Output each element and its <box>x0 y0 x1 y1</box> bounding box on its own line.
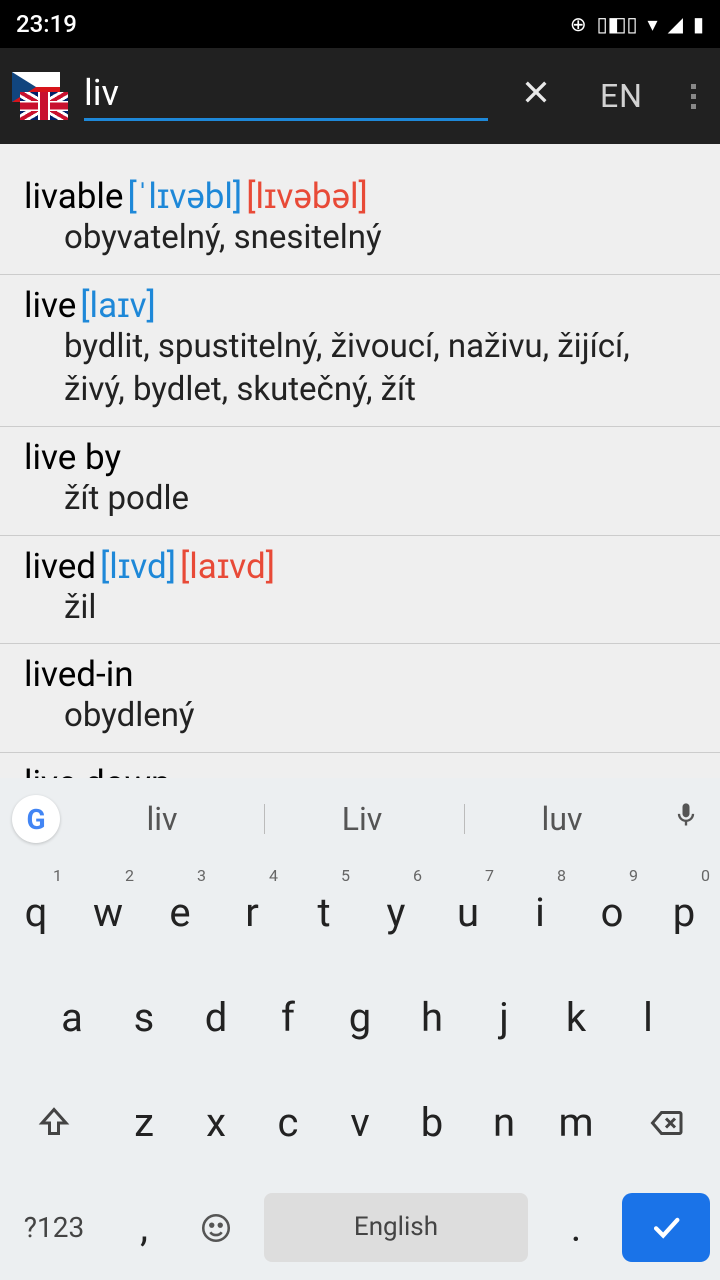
headword: lived-in <box>24 654 134 695</box>
battery-icon: ▮ <box>693 12 704 36</box>
key-q[interactable]: q1 <box>0 860 72 965</box>
symbols-key[interactable]: ?123 <box>0 1175 108 1280</box>
comma-key[interactable]: , <box>108 1175 180 1280</box>
translation: obyvatelný, snesitelný <box>24 217 696 260</box>
smiley-icon <box>199 1211 233 1245</box>
key-d[interactable]: d <box>180 965 252 1070</box>
results-list[interactable]: livable [ˈlɪvəbl] [lɪvəbəl] obyvatelný, … <box>0 144 720 778</box>
list-item[interactable]: livable [ˈlɪvəbl] [lɪvəbəl] obyvatelný, … <box>0 144 720 275</box>
key-j[interactable]: j <box>468 965 540 1070</box>
key-s[interactable]: s <box>108 965 180 1070</box>
key-p[interactable]: p0 <box>648 860 720 965</box>
status-time: 23:19 <box>16 10 77 38</box>
language-flags-icon[interactable] <box>12 68 68 124</box>
key-row: asdfghjkl <box>0 965 720 1070</box>
search-input[interactable] <box>84 72 488 114</box>
microphone-icon <box>672 801 700 829</box>
headword: live <box>24 285 76 326</box>
suggestion[interactable]: liv <box>64 800 260 838</box>
backspace-icon <box>648 1105 684 1141</box>
search-field-wrap <box>84 72 488 121</box>
check-icon <box>649 1210 683 1244</box>
key-x[interactable]: x <box>180 1070 252 1175</box>
backspace-key[interactable] <box>612 1070 720 1175</box>
wifi-icon: ▾ <box>648 12 658 36</box>
ipa-primary: [ˈlɪvəbl] <box>127 176 242 217</box>
list-item[interactable]: lived [lɪvd] [laɪvd] žil <box>0 536 720 645</box>
key-row: zxcvbnm <box>0 1070 720 1175</box>
overflow-menu-button[interactable] <box>675 84 712 109</box>
voice-input-button[interactable] <box>664 801 708 837</box>
app-toolbar: EN <box>0 48 720 144</box>
key-g[interactable]: g <box>324 965 396 1070</box>
enter-key[interactable] <box>612 1175 720 1280</box>
list-item[interactable]: live [laɪv] bydlit, spustitelný, živoucí… <box>0 275 720 427</box>
soft-keyboard: G liv Liv luv q1w2e3r4t5y6u7i8o9p0 asdfg… <box>0 778 720 1280</box>
key-v[interactable]: v <box>324 1070 396 1175</box>
shift-icon <box>36 1105 72 1141</box>
key-row: q1w2e3r4t5y6u7i8o9p0 <box>0 860 720 965</box>
ipa-secondary: [laɪvd] <box>180 546 275 587</box>
key-i[interactable]: i8 <box>504 860 576 965</box>
translation: obydlený <box>24 695 696 738</box>
key-a[interactable]: a <box>36 965 108 1070</box>
key-row: ?123 , English . <box>0 1175 720 1280</box>
ipa-secondary: [lɪvəbəl] <box>246 176 368 217</box>
key-w[interactable]: w2 <box>72 860 144 965</box>
suggestion[interactable]: Liv <box>264 800 460 838</box>
list-item[interactable]: live by žít podle <box>0 427 720 536</box>
suggestion[interactable]: luv <box>464 800 660 838</box>
key-t[interactable]: t5 <box>288 860 360 965</box>
clear-button[interactable] <box>504 75 568 117</box>
headword: livable <box>24 176 123 217</box>
key-h[interactable]: h <box>396 965 468 1070</box>
headword: lived <box>24 546 96 587</box>
status-icons: ⊕ ▯◧▯ ▾ ◢ ▮ <box>570 12 704 36</box>
space-label: English <box>264 1193 529 1262</box>
key-b[interactable]: b <box>396 1070 468 1175</box>
key-k[interactable]: k <box>540 965 612 1070</box>
add-circle-icon: ⊕ <box>570 12 587 36</box>
key-c[interactable]: c <box>252 1070 324 1175</box>
key-f[interactable]: f <box>252 965 324 1070</box>
key-y[interactable]: y6 <box>360 860 432 965</box>
translation: žil <box>24 587 696 630</box>
key-r[interactable]: r4 <box>216 860 288 965</box>
translation: bydlit, spustitelný, živoucí, naživu, ži… <box>24 326 696 412</box>
suggestion-bar: G liv Liv luv <box>0 778 720 860</box>
list-item[interactable]: live down přežít <box>0 753 720 778</box>
key-o[interactable]: o9 <box>576 860 648 965</box>
status-bar: 23:19 ⊕ ▯◧▯ ▾ ◢ ▮ <box>0 0 720 48</box>
key-u[interactable]: u7 <box>432 860 504 965</box>
close-icon <box>520 76 552 108</box>
key-e[interactable]: e3 <box>144 860 216 965</box>
key-n[interactable]: n <box>468 1070 540 1175</box>
key-z[interactable]: z <box>108 1070 180 1175</box>
headword: live down <box>24 763 170 778</box>
google-logo-icon[interactable]: G <box>12 795 60 843</box>
ipa-primary: [laɪv] <box>80 285 156 326</box>
shift-key[interactable] <box>0 1070 108 1175</box>
key-l[interactable]: l <box>612 965 684 1070</box>
emoji-key[interactable] <box>180 1175 252 1280</box>
period-key[interactable]: . <box>540 1175 612 1280</box>
key-m[interactable]: m <box>540 1070 612 1175</box>
vibrate-icon: ▯◧▯ <box>597 12 638 36</box>
translation: žít podle <box>24 478 696 521</box>
ipa-primary: [lɪvd] <box>100 546 176 587</box>
space-key[interactable]: English <box>252 1175 540 1280</box>
headword: live by <box>24 437 121 478</box>
target-language-button[interactable]: EN <box>584 77 659 115</box>
signal-icon: ◢ <box>668 12 683 36</box>
list-item[interactable]: lived-in obydlený <box>0 644 720 753</box>
